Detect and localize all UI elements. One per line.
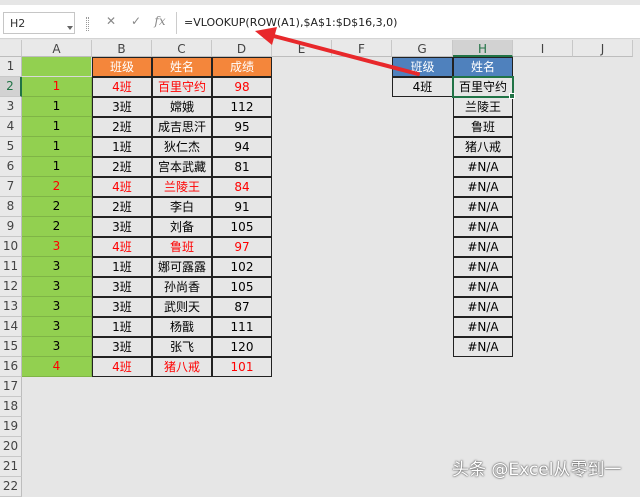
annotation-arrow: [255, 27, 420, 76]
